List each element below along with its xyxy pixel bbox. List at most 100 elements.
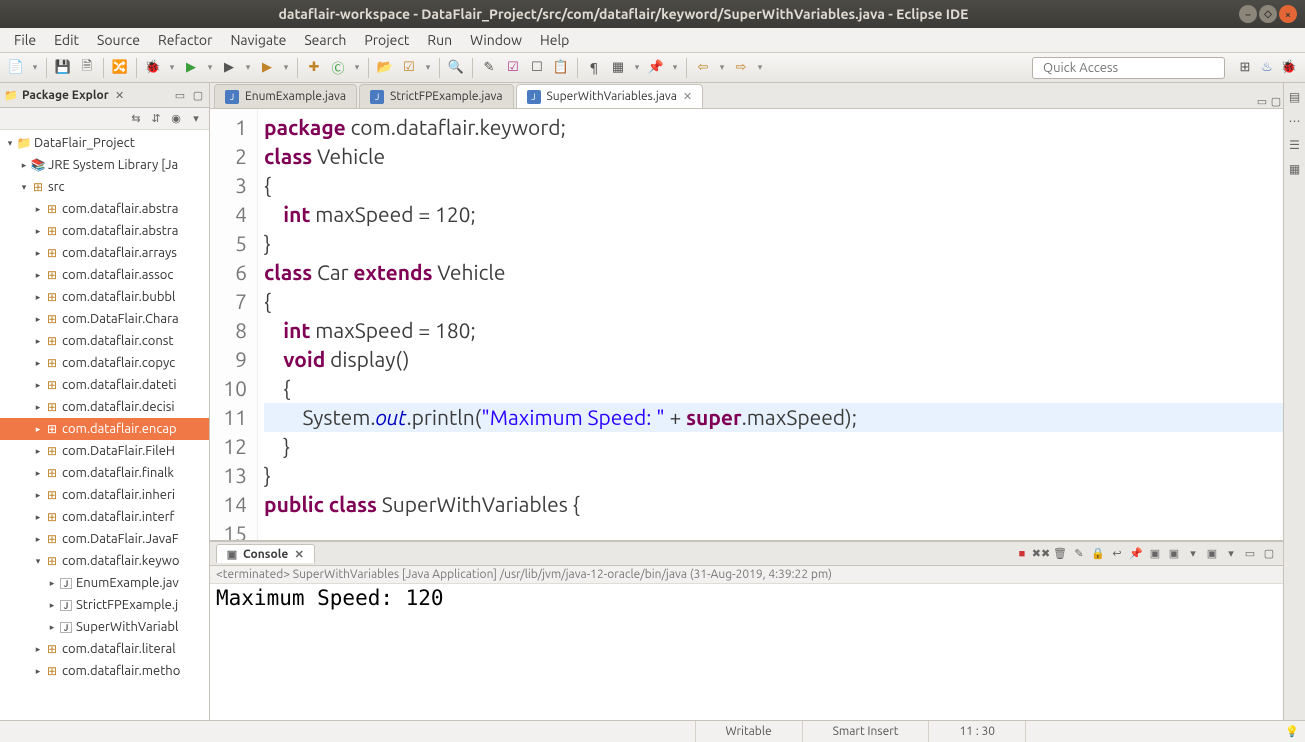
outline-icon[interactable]: ▤ xyxy=(1287,89,1303,105)
block-icon[interactable]: ▦ xyxy=(608,58,628,78)
tree-node[interactable]: ▸⊞com.dataflair.copyc xyxy=(0,352,209,374)
close-button[interactable]: × xyxy=(1279,5,1297,23)
tree-node[interactable]: ▸⊞com.dataflair.bubbl xyxy=(0,286,209,308)
tree-node[interactable]: ▸⊞com.dataflair.assoc xyxy=(0,264,209,286)
new-console-icon[interactable]: ▣ xyxy=(1204,546,1220,562)
tree-node[interactable]: ▸⊞com.dataflair.const xyxy=(0,330,209,352)
minimize-button[interactable]: – xyxy=(1239,5,1257,23)
save-icon[interactable]: 💾 xyxy=(53,58,73,78)
package-tree[interactable]: ▾📁DataFlair_Project▸📚JRE System Library … xyxy=(0,130,209,720)
tree-node[interactable]: ▾⊞com.dataflair.keywo xyxy=(0,550,209,572)
annotation-icon[interactable]: ✎ xyxy=(479,58,499,78)
task-icon[interactable]: ☑ xyxy=(503,58,523,78)
tree-node[interactable]: ▾📁DataFlair_Project xyxy=(0,132,209,154)
open-task-icon[interactable]: ☑ xyxy=(399,58,419,78)
debug-icon[interactable]: 🐞 xyxy=(143,58,163,78)
scroll-lock-icon[interactable]: 🔒 xyxy=(1090,546,1106,562)
tree-node[interactable]: ▸⊞com.dataflair.interf xyxy=(0,506,209,528)
tree-node[interactable]: ▸⊞com.DataFlair.Chara xyxy=(0,308,209,330)
run-icon[interactable]: ▶ xyxy=(181,58,201,78)
tree-node[interactable]: ▸⊞com.dataflair.dateti xyxy=(0,374,209,396)
tree-node[interactable]: ▸⊞com.dataflair.abstra xyxy=(0,220,209,242)
back-icon[interactable]: ⇦ xyxy=(693,58,713,78)
console-output[interactable]: Maximum Speed: 120 xyxy=(210,584,1283,720)
word-wrap-icon[interactable]: ↩ xyxy=(1109,546,1125,562)
menu-file[interactable]: File xyxy=(6,29,44,51)
dropdown-icon[interactable]: ▾ xyxy=(632,58,642,78)
display-console-icon[interactable]: ▣ xyxy=(1147,546,1163,562)
clear-console-icon[interactable]: ✎ xyxy=(1071,546,1087,562)
new-class-icon[interactable]: Ⓒ xyxy=(328,58,348,78)
menu-refactor[interactable]: Refactor xyxy=(150,29,220,51)
ext-run-icon[interactable]: ▶ xyxy=(257,58,277,78)
tree-node[interactable]: ▸⊞com.dataflair.encap xyxy=(0,418,209,440)
menu-edit[interactable]: Edit xyxy=(46,29,87,51)
dropdown-icon[interactable]: ▾ xyxy=(423,58,433,78)
menu-navigate[interactable]: Navigate xyxy=(222,29,294,51)
pin-console-icon[interactable]: 📌 xyxy=(1128,546,1144,562)
dropdown-icon[interactable]: ▾ xyxy=(243,58,253,78)
dropdown-icon[interactable]: ▾ xyxy=(167,58,177,78)
tree-node[interactable]: ▸⊞com.dataflair.decisi xyxy=(0,396,209,418)
mark-icon[interactable]: 📋 xyxy=(551,58,571,78)
task-list-icon[interactable]: ☰ xyxy=(1287,137,1303,153)
save-all-icon[interactable]: 🗎 xyxy=(77,58,97,78)
coverage-icon[interactable]: ▶ xyxy=(219,58,239,78)
dropdown-icon[interactable]: ▾ xyxy=(717,58,727,78)
toggle-ws-icon[interactable]: ¶ xyxy=(584,58,604,78)
menu-project[interactable]: Project xyxy=(356,29,417,51)
dropdown-icon[interactable]: ▾ xyxy=(205,58,215,78)
tree-node[interactable]: ▸⊞com.dataflair.inheri xyxy=(0,484,209,506)
search-icon[interactable]: 🔍 xyxy=(446,58,466,78)
collapse-all-icon[interactable]: ⇆ xyxy=(129,112,143,126)
menu-run[interactable]: Run xyxy=(419,29,460,51)
tree-node[interactable]: ▸🄹EnumExample.jav xyxy=(0,572,209,594)
pin-icon[interactable]: 📌 xyxy=(646,58,666,78)
toggle-icon[interactable]: 🔀 xyxy=(110,58,130,78)
dropdown-icon[interactable]: ▾ xyxy=(1185,546,1201,562)
focus-icon[interactable]: ◉ xyxy=(169,112,183,126)
tree-node[interactable]: ▸⊞com.DataFlair.JavaF xyxy=(0,528,209,550)
remove-terminated-icon[interactable]: ✖✖ xyxy=(1033,546,1049,562)
minimize-editor-icon[interactable]: ▭ xyxy=(1255,94,1269,108)
close-tab-icon[interactable]: ✕ xyxy=(683,90,692,103)
new-icon[interactable]: 📄 xyxy=(6,58,26,78)
tip-icon[interactable]: 💡 xyxy=(1285,725,1299,739)
link-editor-icon[interactable]: ⇵ xyxy=(149,112,163,126)
maximize-view-icon[interactable]: ▢ xyxy=(191,88,205,102)
minimize-console-icon[interactable]: ▭ xyxy=(1242,546,1258,562)
tree-node[interactable]: ▸⊞com.dataflair.arrays xyxy=(0,242,209,264)
bookmark-icon[interactable]: ☐ xyxy=(527,58,547,78)
dropdown-icon[interactable]: ▾ xyxy=(1223,546,1239,562)
close-console-icon[interactable]: ✕ xyxy=(292,547,306,561)
debug-perspective-icon[interactable]: 🐞 xyxy=(1279,58,1299,78)
open-perspective-icon[interactable]: ⊞ xyxy=(1235,58,1255,78)
maximize-editor-icon[interactable]: ▢ xyxy=(1269,94,1283,108)
dropdown-icon[interactable]: ▾ xyxy=(281,58,291,78)
dropdown-icon[interactable]: ▾ xyxy=(755,58,765,78)
maximize-console-icon[interactable]: ▢ xyxy=(1261,546,1277,562)
code-editor[interactable]: 123456789101112131415 package com.datafl… xyxy=(210,109,1283,540)
quick-access-input[interactable] xyxy=(1032,57,1225,79)
minimize-view-icon[interactable]: ▭ xyxy=(173,88,187,102)
tree-node[interactable]: ▸🄹SuperWithVariabl xyxy=(0,616,209,638)
view-menu-icon[interactable]: ▾ xyxy=(189,112,203,126)
tree-node[interactable]: ▸⊞com.dataflair.abstra xyxy=(0,198,209,220)
tree-node[interactable]: ▸📚JRE System Library [Ja xyxy=(0,154,209,176)
forward-icon[interactable]: ⇨ xyxy=(731,58,751,78)
dropdown-icon[interactable]: ▾ xyxy=(670,58,680,78)
menu-source[interactable]: Source xyxy=(89,29,148,51)
editor-tab[interactable]: JEnumExample.java xyxy=(214,84,357,108)
tree-node[interactable]: ▸⊞com.dataflair.metho xyxy=(0,660,209,682)
code-area[interactable]: package com.dataflair.keyword;class Vehi… xyxy=(258,109,1283,540)
menu-window[interactable]: Window xyxy=(462,29,530,51)
menu-help[interactable]: Help xyxy=(532,29,577,51)
new-package-icon[interactable]: ✚ xyxy=(304,58,324,78)
tree-node[interactable]: ▸🄹StrictFPExample.j xyxy=(0,594,209,616)
tree-node[interactable]: ▸⊞com.dataflair.finalk xyxy=(0,462,209,484)
tree-node[interactable]: ▸⊞com.dataflair.literal xyxy=(0,638,209,660)
menu-search[interactable]: Search xyxy=(296,29,354,51)
editor-tab[interactable]: JSuperWithVariables.java✕ xyxy=(516,84,704,108)
tree-node[interactable]: ▸⊞com.DataFlair.FileH xyxy=(0,440,209,462)
tree-node[interactable]: ▾⊞src xyxy=(0,176,209,198)
